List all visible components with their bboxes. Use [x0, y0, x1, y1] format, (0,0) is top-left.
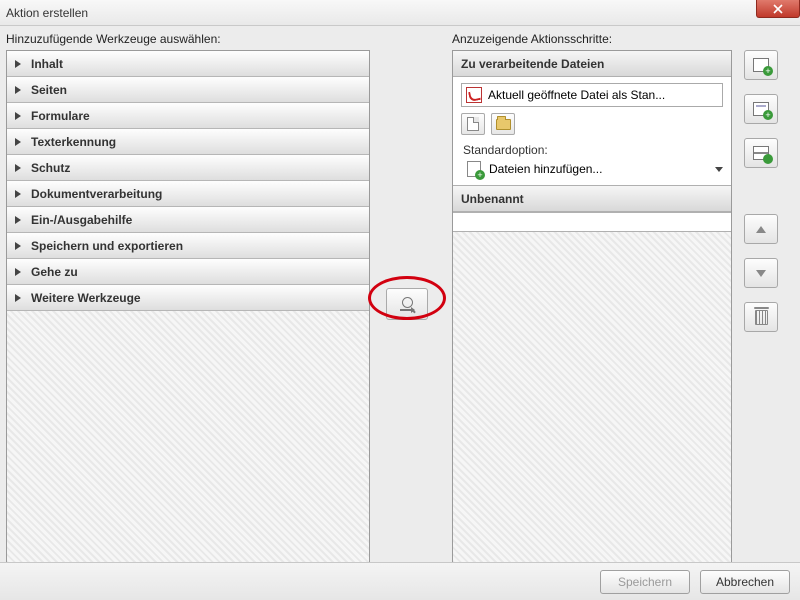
action-steps-panel: Zu verarbeitende Dateien Aktuell geöffne…: [452, 50, 732, 564]
add-files-dropdown[interactable]: Dateien hinzufügen...: [453, 159, 731, 185]
document-icon: [467, 117, 479, 131]
add-file-icon: [467, 161, 481, 177]
add-divider-button[interactable]: [744, 138, 778, 168]
window-title: Aktion erstellen: [6, 6, 88, 20]
move-down-button[interactable]: [744, 258, 778, 288]
add-files-label: Dateien hinzufügen...: [489, 162, 602, 176]
chevron-right-icon: [15, 164, 21, 172]
triangle-up-icon: [756, 226, 766, 233]
tool-category-inhalt[interactable]: Inhalt: [7, 51, 369, 77]
arrow-right-icon: [400, 309, 414, 311]
panel-add-icon: [753, 58, 769, 72]
trash-icon: [755, 310, 768, 325]
add-folder-button[interactable]: [491, 113, 515, 135]
tool-category-formulare[interactable]: Formulare: [7, 103, 369, 129]
chevron-right-icon: [15, 138, 21, 146]
empty-area: [7, 311, 369, 563]
chevron-right-icon: [15, 112, 21, 120]
pdf-icon: [466, 87, 482, 103]
chevron-right-icon: [15, 86, 21, 94]
tool-category-texterkennung[interactable]: Texterkennung: [7, 129, 369, 155]
chevron-right-icon: [15, 216, 21, 224]
tool-category-dokumentverarbeitung[interactable]: Dokumentverarbeitung: [7, 181, 369, 207]
add-document-button[interactable]: [461, 113, 485, 135]
window-close-button[interactable]: [756, 0, 800, 18]
chevron-down-icon: [715, 167, 723, 172]
dialog-footer: Speichern Abbrechen: [0, 562, 800, 600]
current-file-row[interactable]: Aktuell geöffnete Datei als Stan...: [461, 83, 723, 107]
divider-add-icon: [753, 146, 769, 160]
unnamed-section-header: Unbenannt: [453, 186, 731, 212]
empty-area: [453, 232, 731, 563]
delete-button[interactable]: [744, 302, 778, 332]
tool-category-seiten[interactable]: Seiten: [7, 77, 369, 103]
move-up-button[interactable]: [744, 214, 778, 244]
chevron-right-icon: [15, 242, 21, 250]
standard-option-label: Standardoption:: [453, 141, 731, 159]
add-panel-button[interactable]: [744, 50, 778, 80]
instruction-add-icon: [753, 102, 769, 116]
cancel-button[interactable]: Abbrechen: [700, 570, 790, 594]
triangle-down-icon: [756, 270, 766, 277]
add-instruction-button[interactable]: [744, 94, 778, 124]
chevron-right-icon: [15, 190, 21, 198]
right-panel-label: Anzuzeigende Aktionsschritte:: [452, 32, 612, 46]
tool-category-ein-ausgabehilfe[interactable]: Ein-/Ausgabehilfe: [7, 207, 369, 233]
chevron-right-icon: [15, 294, 21, 302]
chevron-right-icon: [15, 60, 21, 68]
current-file-label: Aktuell geöffnete Datei als Stan...: [488, 88, 665, 102]
tool-category-schutz[interactable]: Schutz: [7, 155, 369, 181]
tools-panel: Inhalt Seiten Formulare Texterkennung Sc…: [6, 50, 370, 564]
tool-category-weitere-werkzeuge[interactable]: Weitere Werkzeuge: [7, 285, 369, 311]
title-bar: Aktion erstellen: [0, 0, 800, 26]
save-button[interactable]: Speichern: [600, 570, 690, 594]
chevron-right-icon: [15, 268, 21, 276]
folder-icon: [496, 119, 511, 130]
empty-step-row: [453, 212, 731, 232]
left-panel-label: Hinzuzufügende Werkzeuge auswählen:: [6, 32, 221, 46]
add-step-button[interactable]: [386, 288, 428, 320]
tool-category-speichern-exportieren[interactable]: Speichern und exportieren: [7, 233, 369, 259]
files-section-header: Zu verarbeitende Dateien: [453, 51, 731, 77]
tool-category-gehe-zu[interactable]: Gehe zu: [7, 259, 369, 285]
close-icon: [773, 4, 783, 14]
